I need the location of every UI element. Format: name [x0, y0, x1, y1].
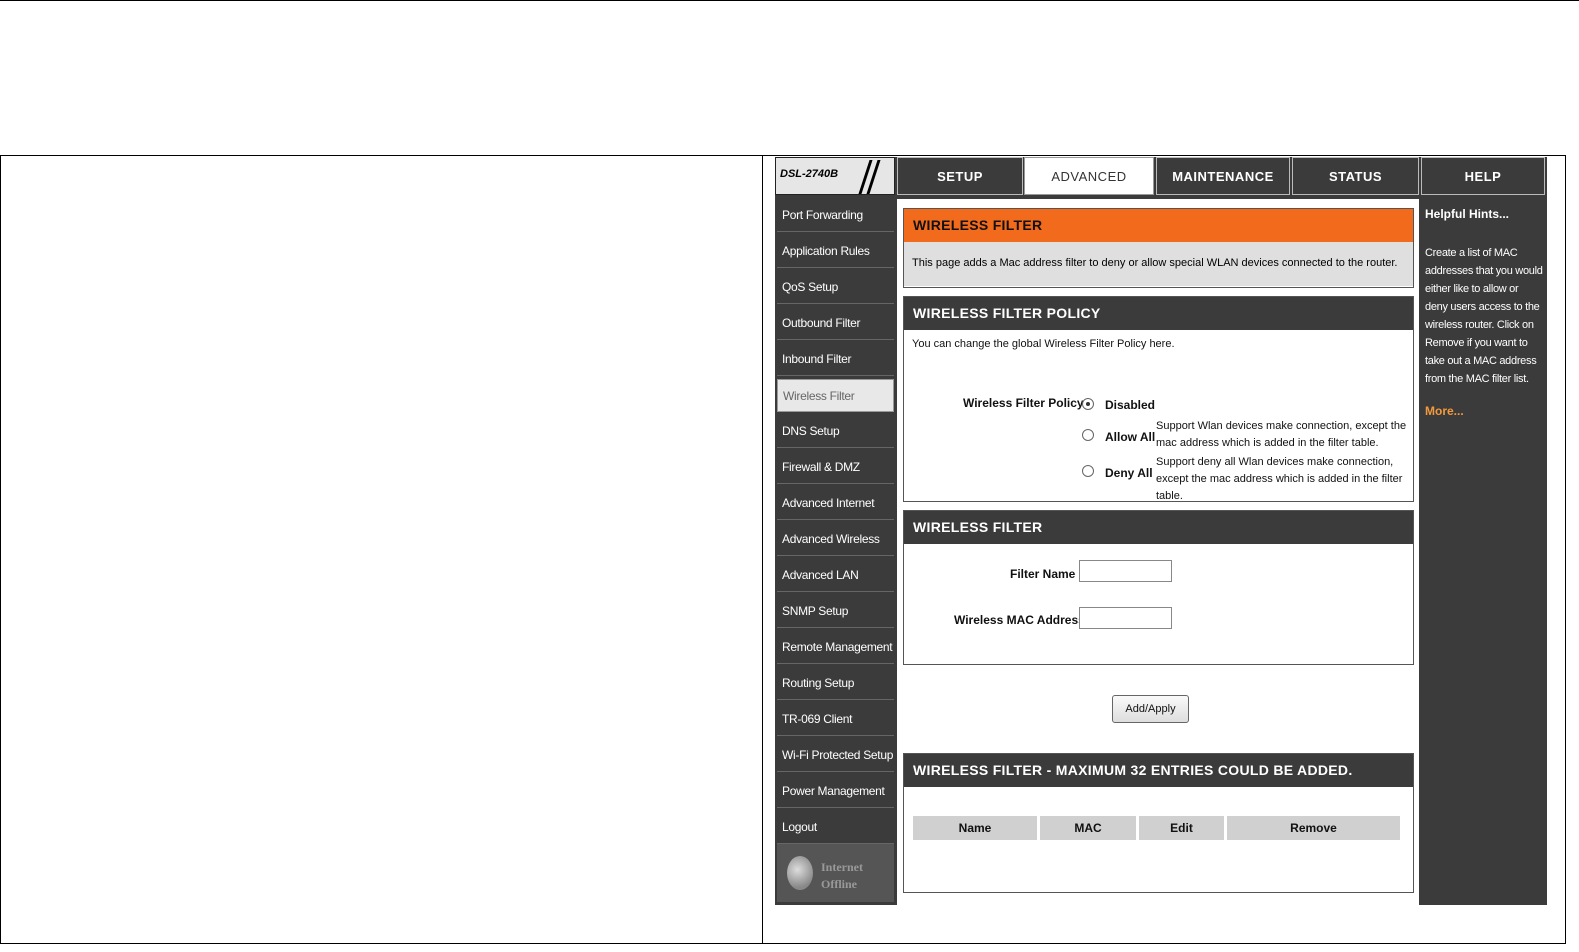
- globe-icon: [787, 856, 813, 890]
- hints-title: Helpful Hints...: [1425, 207, 1509, 221]
- sidebar-item-wifi-protected-setup[interactable]: Wi-Fi Protected Setup: [777, 739, 894, 772]
- sidebar-item-dns-setup[interactable]: DNS Setup: [777, 415, 894, 448]
- sidebar-item-wireless-filter[interactable]: Wireless Filter: [777, 379, 894, 412]
- sidebar-item-inbound-filter[interactable]: Inbound Filter: [777, 343, 894, 376]
- internet-status-value: Offline: [821, 877, 857, 891]
- more-link[interactable]: More...: [1425, 404, 1464, 418]
- sidebar-item-advanced-wireless[interactable]: Advanced Wireless: [777, 523, 894, 556]
- filter-title: WIRELESS FILTER: [904, 511, 1413, 544]
- column-remove: Remove: [1290, 821, 1337, 835]
- tab-setup[interactable]: SETUP: [897, 157, 1023, 195]
- tab-advanced[interactable]: ADVANCED: [1024, 157, 1154, 195]
- filter-section: WIRELESS FILTER: [903, 510, 1414, 665]
- brand-logo: DSL-2740B: [775, 157, 895, 195]
- policy-field-label: Wireless Filter Policy :: [963, 396, 1091, 410]
- intro-section: WIRELESS FILTER This page adds a Mac add…: [903, 208, 1414, 288]
- sidebar-item-advanced-internet[interactable]: Advanced Internet: [777, 487, 894, 520]
- sidebar-item-port-forwarding[interactable]: Port Forwarding: [777, 199, 894, 232]
- top-rule: [0, 0, 1579, 1]
- sidebar-item-qos-setup[interactable]: QoS Setup: [777, 271, 894, 304]
- allow-all-description: Support Wlan devices make connection, ex…: [1156, 420, 1407, 449]
- sidebar-item-routing-setup[interactable]: Routing Setup: [777, 667, 894, 700]
- radio-allow-all-label: Allow All: [1105, 430, 1156, 444]
- helpful-hints-panel: Helpful Hints... Create a list of MAC ad…: [1421, 199, 1545, 905]
- filter-name-input[interactable]: [1079, 560, 1172, 582]
- radio-disabled[interactable]: [1082, 398, 1094, 410]
- radio-deny-all[interactable]: [1082, 465, 1094, 477]
- radio-allow-all[interactable]: [1082, 429, 1094, 441]
- policy-text: You can change the global Wireless Filte…: [912, 338, 1175, 350]
- policy-title: WIRELESS FILTER POLICY: [904, 297, 1413, 330]
- add-apply-button[interactable]: Add/Apply: [1112, 695, 1189, 723]
- mac-address-input[interactable]: [1079, 607, 1172, 629]
- tab-help[interactable]: HELP: [1421, 157, 1545, 195]
- column-mac: MAC: [1040, 816, 1139, 840]
- sidebar-item-logout[interactable]: Logout: [777, 811, 894, 844]
- sidebar-item-remote-management[interactable]: Remote Management: [777, 631, 894, 664]
- intro-title: WIRELESS FILTER: [904, 209, 1413, 242]
- deny-all-description: Support deny all Wlan devices make conne…: [1156, 456, 1403, 502]
- hints-text: Create a list of MAC addresses that you …: [1425, 247, 1543, 385]
- tab-maintenance[interactable]: MAINTENANCE: [1156, 157, 1290, 195]
- filter-table-header: Name MAC Edit Remove: [913, 816, 1400, 840]
- intro-text: This page adds a Mac address filter to d…: [904, 242, 1413, 286]
- sidebar-item-outbound-filter[interactable]: Outbound Filter: [777, 307, 894, 340]
- table-column-divider: [762, 155, 763, 944]
- column-edit: Edit: [1139, 816, 1227, 840]
- sidebar-nav: Port Forwarding Application Rules QoS Se…: [777, 199, 894, 847]
- column-name: Name: [913, 816, 1040, 840]
- filter-list-title: WIRELESS FILTER - MAXIMUM 32 ENTRIES COU…: [904, 754, 1413, 787]
- radio-disabled-label: Disabled: [1105, 398, 1156, 412]
- sidebar-item-advanced-lan[interactable]: Advanced LAN: [777, 559, 894, 592]
- sidebar-item-tr069-client[interactable]: TR-069 Client: [777, 703, 894, 736]
- sidebar-item-application-rules[interactable]: Application Rules: [777, 235, 894, 268]
- sidebar-item-firewall-dmz[interactable]: Firewall & DMZ: [777, 451, 894, 484]
- sidebar-item-power-management[interactable]: Power Management: [777, 775, 894, 808]
- radio-deny-all-label: Deny All: [1105, 466, 1153, 480]
- mac-address-label: Wireless MAC Address :: [954, 613, 1093, 627]
- sidebar-item-snmp-setup[interactable]: SNMP Setup: [777, 595, 894, 628]
- filter-name-label: Filter Name :: [1010, 567, 1083, 581]
- internet-status: Internet Offline: [777, 844, 894, 902]
- model-name: DSL-2740B: [780, 168, 839, 180]
- internet-status-label: Internet: [821, 860, 863, 874]
- tab-status[interactable]: STATUS: [1292, 157, 1419, 195]
